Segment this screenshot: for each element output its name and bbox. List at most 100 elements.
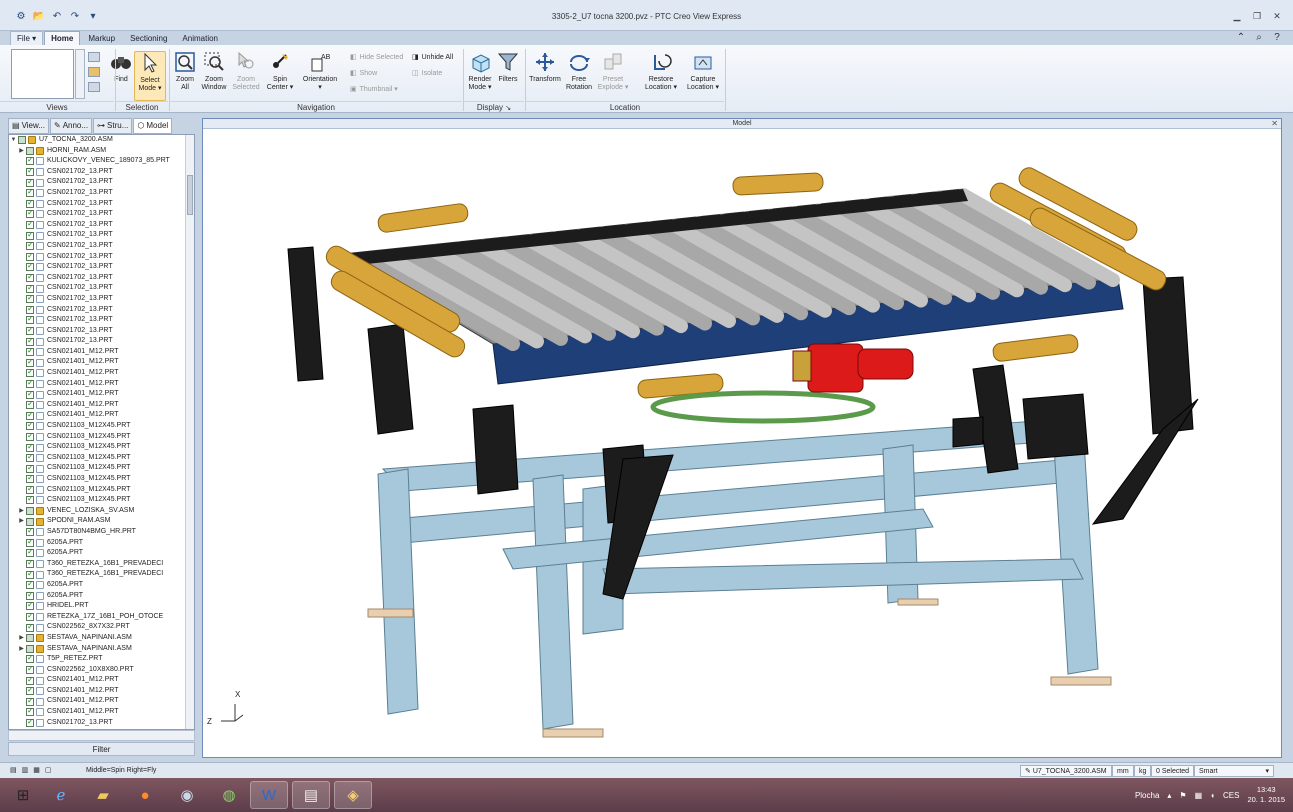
visibility-checkbox[interactable] [26, 146, 34, 155]
visibility-checkbox[interactable] [26, 432, 34, 442]
visibility-checkbox[interactable] [26, 167, 34, 177]
expand-icon[interactable]: ↘ [505, 105, 511, 112]
tree-row[interactable]: CSN021702_13.PRT [9, 718, 187, 729]
unit-length[interactable]: mm [1112, 765, 1134, 777]
tree-row[interactable]: CSN021702_13.PRT [9, 283, 187, 294]
tree-row[interactable]: CSN021702_13.PRT [9, 305, 187, 316]
tree-row[interactable]: 6205A.PRT [9, 538, 187, 549]
zoom-all-button[interactable]: Zoom All [172, 51, 198, 101]
tab-sectioning[interactable]: Sectioning [123, 31, 174, 45]
tree-row[interactable]: KULICKOVY_VENEC_189073_85.PRT [9, 156, 187, 167]
visibility-checkbox[interactable] [26, 357, 34, 367]
visibility-checkbox[interactable] [26, 368, 34, 378]
expand-toggle-icon[interactable]: ▶ [17, 516, 26, 527]
tree-row[interactable]: T5P_RETEZ.PRT [9, 654, 187, 665]
tree-row[interactable]: CSN021401_M12.PRT [9, 368, 187, 379]
tree-row[interactable]: CSN021702_13.PRT [9, 188, 187, 199]
visibility-checkbox[interactable] [26, 665, 34, 675]
tree-row[interactable]: T360_RETEZKA_16B1_PREVADECI [9, 559, 187, 570]
unit-mass[interactable]: kg [1134, 765, 1152, 777]
tree-row[interactable]: CSN021401_M12.PRT [9, 400, 187, 411]
visibility-checkbox[interactable] [26, 591, 34, 600]
visibility-checkbox[interactable] [26, 463, 34, 473]
zoom-selected-button[interactable]: Zoom Selected [230, 51, 262, 101]
visibility-checkbox[interactable] [18, 136, 26, 145]
visibility-checkbox[interactable] [26, 707, 34, 717]
ie-icon[interactable]: ℯ [42, 781, 80, 809]
tree-row[interactable]: CSN021103_M12X45.PRT [9, 463, 187, 474]
visibility-checkbox[interactable] [26, 283, 34, 293]
tree-row[interactable]: CSN021401_M12.PRT [9, 707, 187, 718]
tree-row[interactable]: CSN021702_13.PRT [9, 273, 187, 284]
render-mode-button[interactable]: Render Mode ▾ [466, 51, 494, 101]
firefox-icon[interactable]: ● [126, 781, 164, 809]
layout-icon[interactable]: ▦ [33, 765, 40, 777]
tree-row[interactable]: CSN021702_13.PRT [9, 336, 187, 347]
tab-markup[interactable]: Markup [81, 31, 122, 45]
tree-row[interactable]: 6205A.PRT [9, 548, 187, 559]
close-icon[interactable]: ✕ [1271, 119, 1278, 129]
tree-row[interactable]: CSN021401_M12.PRT [9, 389, 187, 400]
windows-start-icon[interactable]: ⊞ [4, 781, 42, 809]
view-icon-3[interactable] [88, 82, 100, 92]
word-icon[interactable]: W [250, 781, 288, 809]
tree-row[interactable]: CSN022562_8X7X32.PRT [9, 622, 187, 633]
transform-button[interactable]: Transform [528, 51, 562, 101]
spin-center-button[interactable]: Spin Center ▾ [264, 51, 296, 101]
tree-row[interactable]: CSN021702_13.PRT [9, 294, 187, 305]
visibility-checkbox[interactable] [26, 209, 34, 219]
restore-location-button[interactable]: Restore Location ▾ [642, 51, 680, 101]
visibility-checkbox[interactable] [26, 379, 34, 389]
explorer-icon[interactable]: ▰ [84, 781, 122, 809]
visibility-checkbox[interactable] [26, 188, 34, 198]
tree-row[interactable]: ▼ U7_TOCNA_3200.ASM [9, 135, 187, 146]
tree-row[interactable]: ▶ VENEC_LOZISKA_SV.ASM [9, 506, 187, 517]
tree-row[interactable]: CSN021103_M12X45.PRT [9, 474, 187, 485]
selection-filter-select[interactable]: Smart ▾ [1194, 765, 1274, 777]
visibility-checkbox[interactable] [26, 305, 34, 314]
visibility-checkbox[interactable] [26, 410, 34, 420]
tree-row[interactable]: CSN021103_M12X45.PRT [9, 485, 187, 496]
visibility-checkbox[interactable] [26, 634, 34, 643]
visibility-checkbox[interactable] [26, 538, 34, 547]
visibility-checkbox[interactable] [26, 347, 34, 357]
tree-row[interactable]: CSN021401_M12.PRT [9, 686, 187, 697]
visibility-checkbox[interactable] [26, 622, 34, 632]
tab-annotations[interactable]: ✎ Anno... [49, 118, 93, 134]
tree-row[interactable]: 6205A.PRT [9, 580, 187, 591]
visibility-checkbox[interactable] [26, 654, 34, 664]
tree-row[interactable]: SA57DT80N4BMG_HR.PRT [9, 527, 187, 538]
visibility-checkbox[interactable] [26, 474, 34, 484]
visibility-checkbox[interactable] [26, 230, 34, 240]
tab-model[interactable]: ⬡ Model [133, 118, 173, 134]
app-icon[interactable]: ◉ [168, 781, 206, 809]
visibility-checkbox[interactable] [26, 156, 34, 166]
zoom-window-button[interactable]: Zoom Window [199, 51, 229, 101]
model-viewport[interactable]: Model ✕ X Z [202, 118, 1282, 758]
view-icon-1[interactable] [88, 52, 100, 62]
chrome-icon[interactable]: ◍ [210, 781, 248, 809]
view-icon-2[interactable] [88, 67, 100, 77]
tree-row[interactable]: ▶ SESTAVA_NAPINANI.ASM [9, 633, 187, 644]
visibility-checkbox[interactable] [26, 612, 34, 622]
visibility-checkbox[interactable] [26, 569, 34, 579]
expand-toggle-icon[interactable]: ▶ [17, 644, 26, 655]
visibility-checkbox[interactable] [26, 675, 34, 685]
visibility-checkbox[interactable] [26, 389, 34, 399]
collapse-ribbon-icon[interactable]: ⌃ [1235, 31, 1247, 44]
visibility-checkbox[interactable] [26, 453, 34, 463]
visibility-checkbox[interactable] [26, 336, 34, 346]
visibility-checkbox[interactable] [26, 326, 34, 336]
visibility-checkbox[interactable] [26, 527, 34, 537]
flag-icon[interactable]: ⚑ [1179, 791, 1186, 800]
filters-button[interactable]: Filters [496, 51, 520, 101]
visibility-checkbox[interactable] [26, 580, 34, 590]
tab-file[interactable]: File ▾ [10, 31, 44, 45]
notepad-icon[interactable]: ▤ [292, 781, 330, 809]
layout-icon[interactable]: ▤ [10, 765, 17, 777]
isolate-button[interactable]: ◫ Isolate [412, 69, 442, 78]
tree-row[interactable]: HRIDEL.PRT [9, 601, 187, 612]
expand-toggle-icon[interactable]: ▼ [9, 135, 18, 146]
tree-vertical-scrollbar[interactable] [185, 135, 194, 729]
orientation-button[interactable]: AB Orientation ▾ [300, 51, 340, 101]
